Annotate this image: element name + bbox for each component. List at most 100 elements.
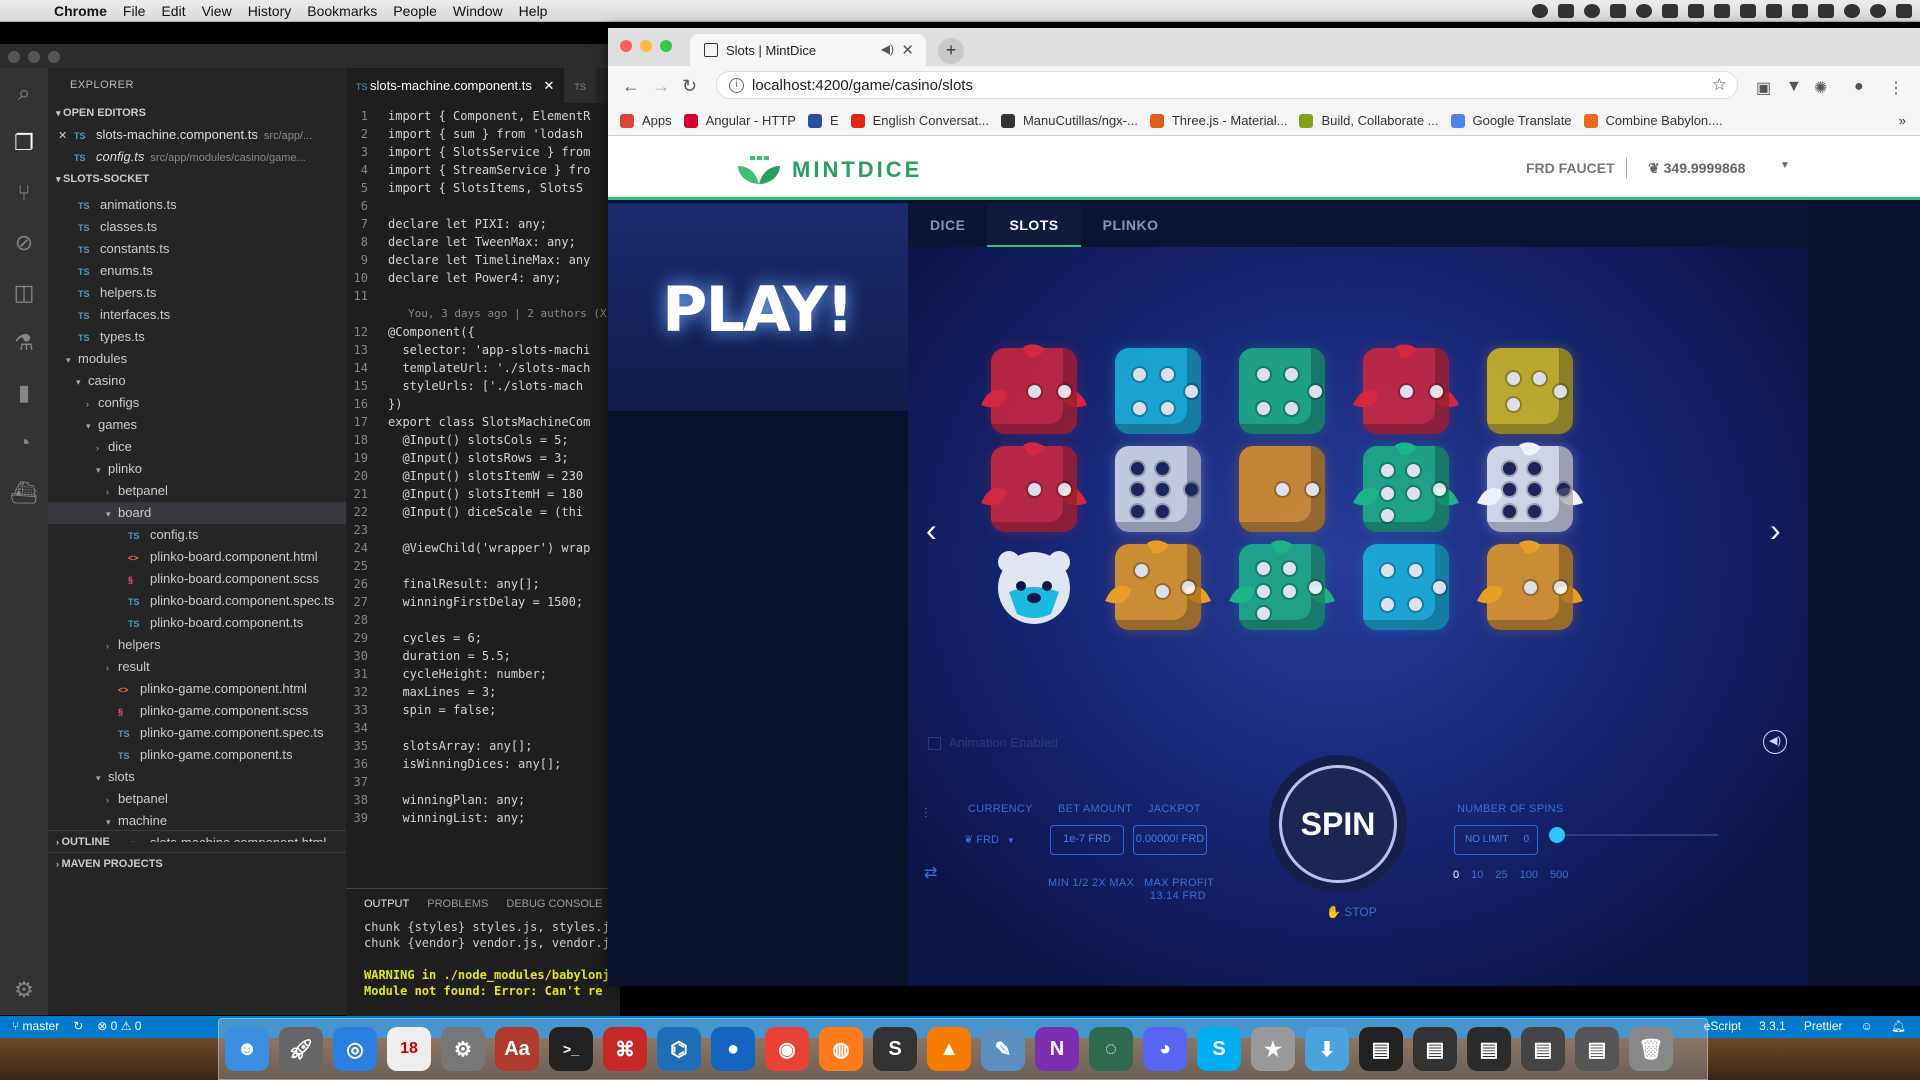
spin-preset[interactable]: 10 bbox=[1471, 869, 1483, 881]
bookmark-item[interactable]: Combine Babylon.... bbox=[1583, 113, 1723, 128]
close-window-button[interactable] bbox=[620, 40, 632, 52]
extension-icon[interactable]: ✺ bbox=[1814, 78, 1827, 98]
bookmark-star-icon[interactable]: ☆ bbox=[1712, 75, 1727, 95]
flask-icon[interactable]: ⚗ bbox=[0, 318, 48, 368]
folder-item[interactable]: ▾ plinko bbox=[48, 458, 346, 480]
audio-playing-icon[interactable]: ◀︎) bbox=[881, 42, 894, 56]
folder-item[interactable]: › configs bbox=[48, 392, 346, 414]
checkbox[interactable] bbox=[928, 737, 941, 751]
menu-file[interactable]: File bbox=[123, 3, 146, 19]
code-area[interactable]: 1 import { Component, ElementR 2 import { s… bbox=[346, 103, 620, 827]
launchpad-icon[interactable]: 🚀︎ bbox=[279, 1027, 323, 1071]
minimize-window-button[interactable] bbox=[28, 51, 40, 63]
bookmark-item[interactable]: ManuCutillas/ngx-... bbox=[1000, 113, 1138, 128]
chevron-down-icon[interactable]: ▼ bbox=[1780, 160, 1790, 171]
vue-devtools-icon[interactable]: ▼ bbox=[1786, 78, 1802, 96]
source-control-icon[interactable]: ⑂ bbox=[0, 168, 48, 218]
mintdice-logo[interactable]: MINTDICE bbox=[736, 154, 922, 186]
extension-icon[interactable]: ▣ bbox=[1756, 78, 1771, 98]
menu-history[interactable]: History bbox=[248, 3, 292, 19]
firefox-icon[interactable]: ◍ bbox=[819, 1027, 863, 1071]
menu-people[interactable]: People bbox=[393, 3, 437, 19]
sliders-icon[interactable]: ⫶ bbox=[924, 805, 928, 822]
refresh-icon[interactable]: ⇄ bbox=[924, 863, 937, 883]
tab-plinko[interactable]: PLINKO bbox=[1081, 203, 1181, 247]
browser-tab[interactable]: Slots | MintDice ◀︎) ✕ bbox=[690, 34, 926, 66]
status-icon[interactable] bbox=[1662, 4, 1678, 18]
info-icon[interactable]: i bbox=[729, 78, 744, 93]
status-icon[interactable] bbox=[1584, 4, 1600, 18]
chevron-left-icon[interactable]: ‹ bbox=[926, 512, 937, 549]
close-editor-icon[interactable]: ✕ bbox=[58, 125, 74, 146]
terminal-icon[interactable]: >_ bbox=[549, 1027, 593, 1071]
folder-item[interactable]: › dice bbox=[48, 436, 346, 458]
close-tab-icon[interactable]: ✕ bbox=[544, 78, 555, 93]
status-icon[interactable] bbox=[1714, 4, 1730, 18]
faucet-link[interactable]: FRD FAUCET bbox=[1526, 160, 1615, 176]
project-section[interactable]: ▾ SLOTS-SOCKET bbox=[48, 168, 346, 190]
acrobat-icon[interactable]: ⌘ bbox=[603, 1027, 647, 1071]
spin-preset[interactable]: 25 bbox=[1495, 869, 1507, 881]
close-tab-icon[interactable]: ✕ bbox=[901, 41, 914, 59]
panel-tab-problems[interactable]: PROBLEMS bbox=[427, 898, 488, 910]
menu-app-name[interactable]: Chrome bbox=[54, 3, 107, 19]
eject-icon[interactable] bbox=[1766, 4, 1782, 18]
file-item[interactable]: TS plinko-game.component.spec.ts bbox=[48, 722, 346, 744]
reload-icon[interactable]: ↻ bbox=[682, 76, 697, 97]
slack-s-icon[interactable]: S bbox=[873, 1027, 917, 1071]
debug-icon[interactable]: ⊘ bbox=[0, 218, 48, 268]
system-preferences-icon[interactable]: ⚙ bbox=[441, 1027, 485, 1071]
bookmark-item[interactable]: Google Translate bbox=[1450, 113, 1572, 128]
sound-icon[interactable]: ◀) bbox=[1763, 730, 1787, 754]
docker-icon[interactable]: ⛴ bbox=[0, 468, 48, 518]
spin-button[interactable]: SPIN bbox=[1279, 765, 1397, 883]
folder-item[interactable]: › betpanel bbox=[48, 480, 346, 502]
discord-icon[interactable]: ◕ bbox=[1143, 1027, 1187, 1071]
folder-item[interactable]: ▾ casino bbox=[48, 370, 346, 392]
siri-icon[interactable] bbox=[1870, 4, 1886, 18]
window-thumbnail-icon[interactable]: ▤ bbox=[1413, 1027, 1457, 1071]
chrome-icon[interactable]: ◉ bbox=[765, 1027, 809, 1071]
tab-slots[interactable]: SLOTS bbox=[987, 203, 1081, 247]
open-editor-item[interactable]: ✕ TS slots-machine.component.ts src/app/..… bbox=[48, 124, 346, 146]
more-bookmarks-icon[interactable]: » bbox=[1899, 113, 1906, 128]
spins-slider-handle[interactable] bbox=[1549, 827, 1565, 843]
profile-avatar-icon[interactable]: ● bbox=[1854, 78, 1864, 96]
tab-dice[interactable]: DICE bbox=[908, 203, 987, 247]
trash-icon[interactable]: 🗑︎ bbox=[1629, 1027, 1673, 1071]
bookmark-item[interactable]: Three.js - Material... bbox=[1149, 113, 1287, 128]
sync-icon[interactable]: ↻ bbox=[73, 1019, 83, 1033]
file-item[interactable]: § plinko-game.component.scss bbox=[48, 700, 346, 722]
panel-tab-debug-console[interactable]: DEBUG CONSOLE bbox=[506, 898, 602, 910]
bookmark-item[interactable]: E bbox=[807, 113, 839, 128]
dictionary-icon[interactable]: Aa bbox=[495, 1027, 539, 1071]
settings-gear-icon[interactable]: ⚙ bbox=[0, 965, 48, 1015]
spins-slider-track[interactable] bbox=[1558, 834, 1718, 836]
window-thumbnail-icon[interactable]: ▤ bbox=[1575, 1027, 1619, 1071]
folder-item[interactable]: ▾ machine bbox=[48, 810, 346, 832]
status-icon[interactable] bbox=[1558, 4, 1574, 18]
window-thumbnail-icon[interactable]: ▤ bbox=[1521, 1027, 1565, 1071]
status-icon[interactable] bbox=[1532, 4, 1548, 18]
code-editor[interactable]: TS slots-machine.component.ts ✕ TS 1 impo… bbox=[346, 68, 620, 888]
explorer-icon[interactable]: ❐ bbox=[0, 118, 48, 168]
forward-arrow-icon[interactable]: → bbox=[652, 76, 670, 97]
bookmark-icon[interactable]: ▮ bbox=[0, 368, 48, 418]
bet-shortcuts[interactable]: MIN 1/2 2X MAX bbox=[1048, 877, 1134, 889]
vlc-icon[interactable]: ▲ bbox=[927, 1027, 971, 1071]
language-mode[interactable]: eScript bbox=[1704, 1019, 1741, 1033]
status-icon[interactable] bbox=[1740, 4, 1756, 18]
spin-preset[interactable]: 100 bbox=[1520, 869, 1538, 881]
close-window-button[interactable] bbox=[8, 51, 20, 63]
bookmark-item[interactable]: Apps bbox=[620, 113, 672, 128]
star-app-icon[interactable]: ★ bbox=[1251, 1027, 1295, 1071]
activity-ring-icon[interactable]: ◌ bbox=[1089, 1027, 1133, 1071]
file-item[interactable]: TS classes.ts bbox=[48, 216, 346, 238]
file-item[interactable]: TS plinko-board.component.spec.ts bbox=[48, 590, 346, 612]
stop-button[interactable]: ✋ STOP bbox=[1326, 905, 1377, 919]
bookmark-item[interactable]: Angular - HTTP bbox=[683, 113, 796, 128]
volume-icon[interactable] bbox=[1792, 4, 1808, 18]
typescript-version[interactable]: 3.3.1 bbox=[1759, 1019, 1786, 1033]
folder-item[interactable]: ▾ games bbox=[48, 414, 346, 436]
spin-preset[interactable]: 500 bbox=[1550, 869, 1568, 881]
